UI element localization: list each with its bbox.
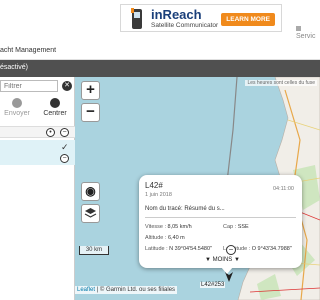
altitude-value: 6,40 m [167,235,185,241]
send-icon [12,98,22,108]
send-button[interactable]: Envoyer [2,98,32,117]
sidebar-status-header: ésactivé) [0,60,75,77]
zoom-out-button[interactable]: − [81,103,100,122]
popup-tip [221,267,233,274]
square-icon [296,26,301,31]
timezone-note: Les heures sont celles du fuse [245,80,317,86]
marker-label: L42#253 [200,282,226,288]
service-link-label: Servic [296,33,316,40]
locate-button[interactable]: ◉ [81,182,100,201]
zoom-in-button[interactable]: + [81,81,100,100]
ad-title: inReach [151,7,202,22]
page-title: acht Management [0,47,57,54]
clear-filter-icon[interactable]: ✕ [62,81,72,91]
learn-more-button[interactable]: LEARN MORE [221,13,275,26]
map-attribution: Leaflet | © Garmin Ltd. ou ses filiales [75,286,178,294]
send-label: Envoyer [4,110,30,117]
popup-title: L42# [145,181,163,190]
ad-banner[interactable]: inReach Satellite Communicator LEARN MOR… [120,4,282,32]
list-toolbar: • − [0,126,75,138]
track-point-popup: L42# 1 juin 2018 04:11:00 Nom du tracé: … [139,175,302,268]
service-link[interactable]: Servic [296,26,320,40]
check-icon[interactable]: ✓ [61,142,69,153]
layers-icon [84,208,97,218]
layers-button[interactable] [81,204,100,223]
latitude-value: N 39°04'54.5480" [169,246,212,252]
sidebar: ésactivé) ✕ Envoyer Centrer • − ✓ − [0,60,75,300]
target-icon: ◉ [85,184,96,198]
latitude-row: Latitude : N 39°04'54.5480" [145,246,212,252]
longitude-value: O 9°43'34.7988" [251,246,292,252]
target-icon[interactable]: • [46,128,55,137]
speed-value: 8,05 km/h [167,224,192,230]
filter-input[interactable] [0,80,58,92]
center-button[interactable]: Centrer [40,98,70,117]
less-toggle[interactable]: ▼ MOINS ▼ [205,257,240,263]
crosshair-icon [50,98,60,108]
leaflet-link[interactable]: Leaflet [77,287,95,293]
remove-all-icon[interactable]: − [60,128,69,137]
list-item-selected[interactable]: ✓ − [0,140,75,165]
heading-value: SSE [237,224,249,230]
attribution-text: | © Garmin Ltd. ou ses filiales [95,287,176,293]
ad-subtitle: Satellite Communicator [151,22,219,29]
map-view[interactable]: Les heures sont celles du fuse + − ◉ 30 … [75,60,320,300]
altitude-row: Altitude : 6,40 m [145,235,185,241]
scale-bar: 30 km [79,246,109,255]
remove-item-icon[interactable]: − [60,154,69,163]
center-label: Centrer [43,110,67,117]
popup-date: 1 juin 2018 [145,192,172,198]
popup-track-name: Nom du tracé: Résumé du s... [145,206,225,212]
popup-divider [145,217,296,218]
remove-marker-icon[interactable]: − [226,245,236,255]
map-toolbar [75,60,320,77]
speed-row: Vitesse : 8,05 km/h [145,224,192,230]
popup-time: 04:11:00 [272,186,294,192]
inreach-device-icon [131,8,142,29]
filter-row: ✕ [0,80,75,94]
heading-row: Cap : SSE [223,224,249,230]
header-bar: acht Management [0,40,320,60]
